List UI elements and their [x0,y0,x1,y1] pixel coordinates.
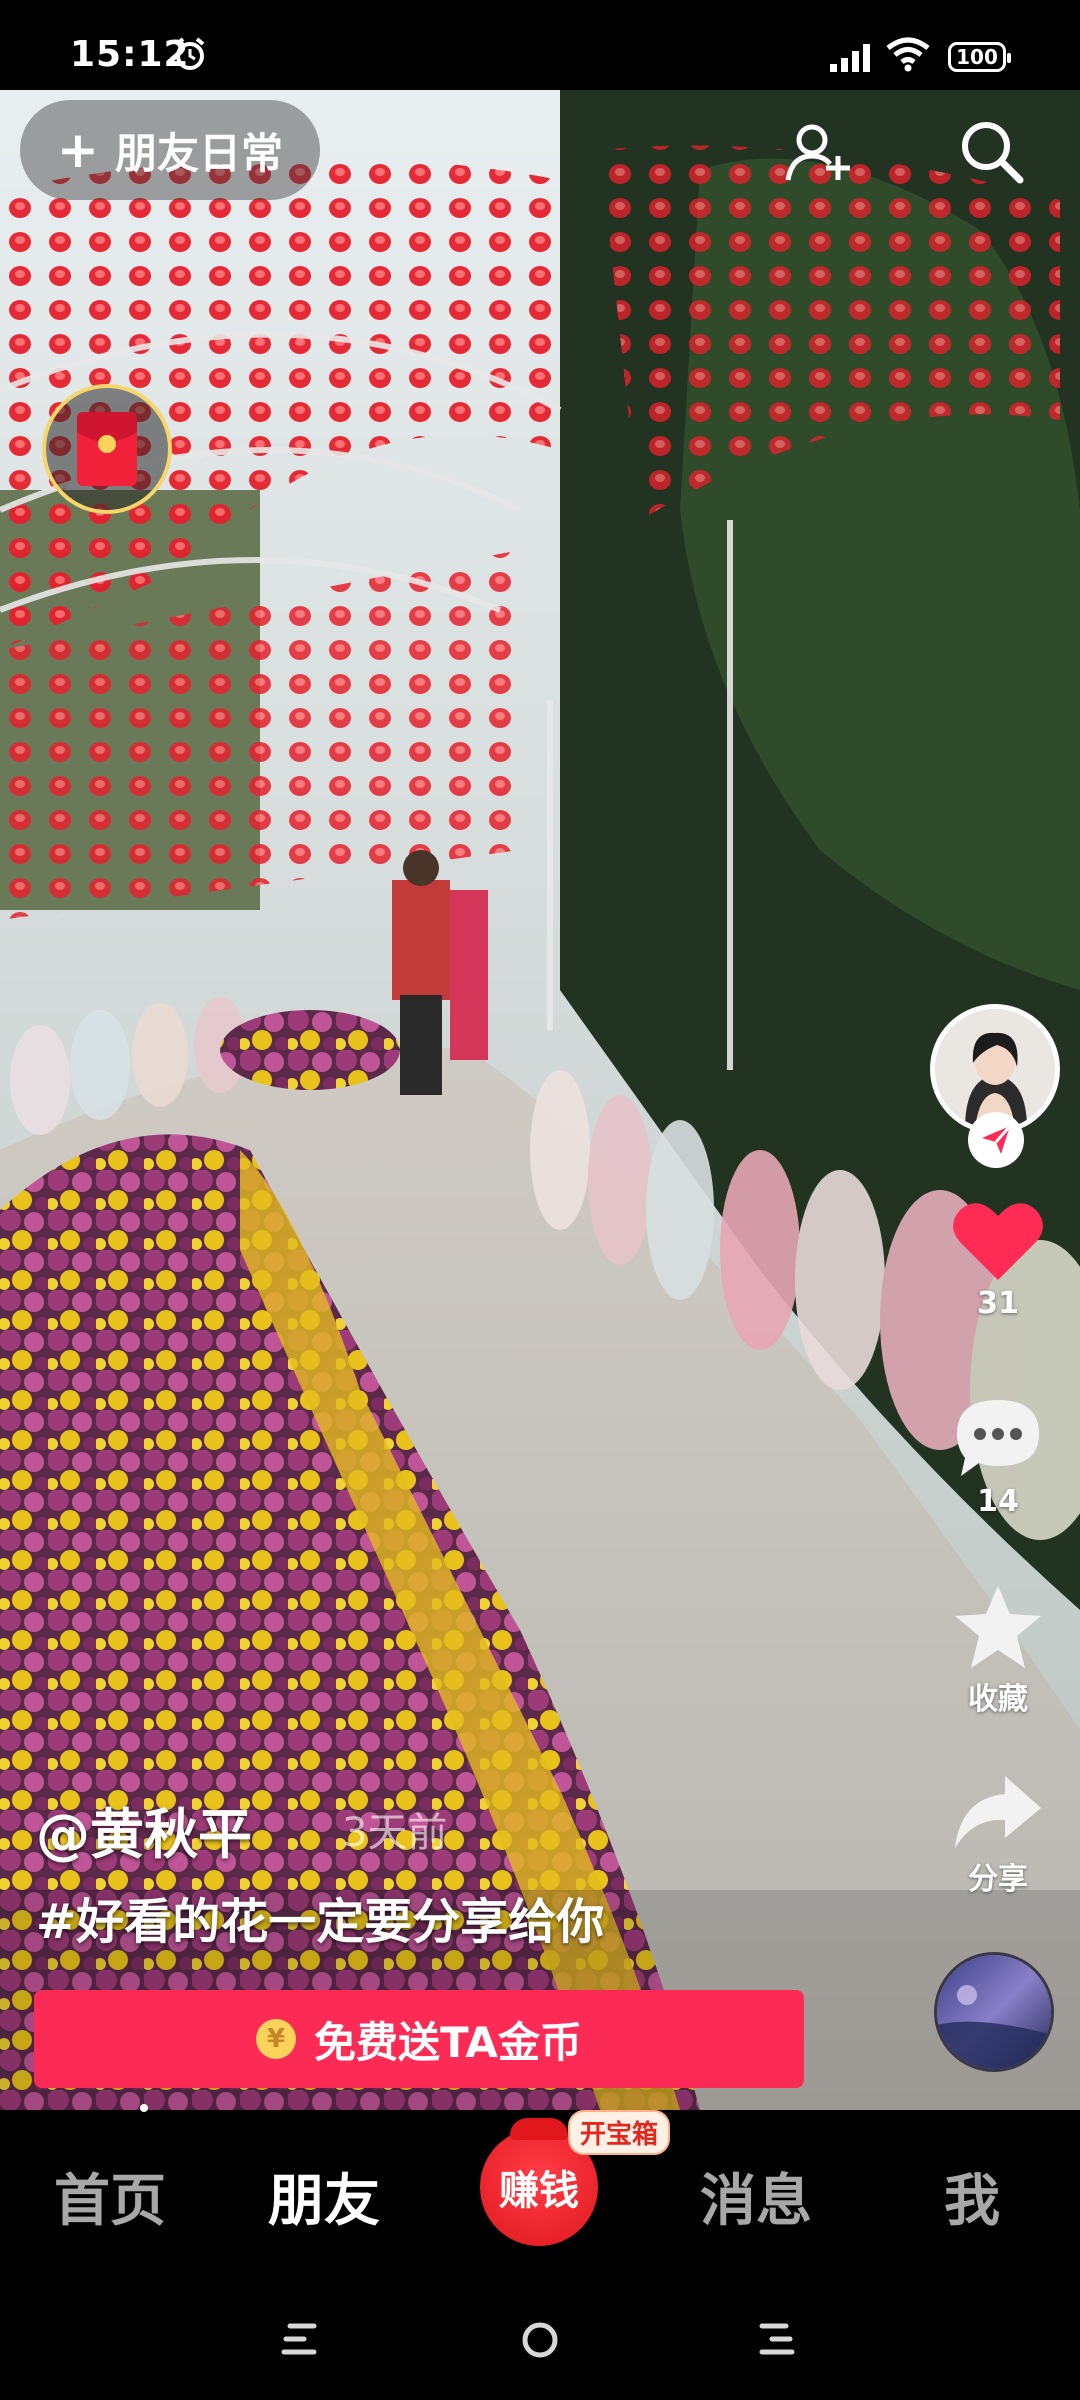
favorite-button[interactable]: 收藏 [930,1584,1066,1718]
like-button[interactable]: 31 [930,1200,1066,1321]
comment-icon [957,1400,1039,1476]
music-disc[interactable] [934,1952,1054,2072]
red-packet-button[interactable] [42,384,172,514]
alarm-icon [175,37,205,70]
search-icon[interactable] [956,116,1026,186]
send-coins-label: 免费送TA金币 [314,2017,582,2067]
post-time: 3天前 [342,1810,448,1856]
add-friend-icon[interactable] [784,120,856,184]
status-bar: 15:12 100 [0,0,1080,90]
avatar-image [935,1009,1055,1129]
music-cover-image [937,1955,1051,2069]
author-name[interactable]: @黄秋平 [36,1790,252,1869]
red-packet-icon [77,412,137,486]
wifi-icon [886,37,930,72]
like-count: 31 [977,1286,1019,1321]
bottom-nav: 首页 朋友 赚钱 开宝箱 消息 我 [0,2110,1080,2270]
back-nav-icon[interactable] [756,2322,796,2356]
friend-daily-label: 朋友日常 [114,128,283,178]
heart-icon [953,1203,1043,1280]
follow-button[interactable] [968,1112,1024,1168]
friend-daily-button[interactable]: + 朋友日常 [20,100,320,200]
plus-icon: + [57,121,99,179]
comment-count: 14 [977,1484,1019,1519]
video-hashtag[interactable]: #好看的花一定要分享给你 [36,1882,604,1952]
system-nav-bar [0,2270,1080,2400]
star-icon [955,1586,1041,1668]
share-button[interactable]: 分享 [930,1774,1066,1898]
signal-icon [830,44,870,72]
menu-nav-icon[interactable] [280,2322,320,2356]
share-icon [955,1776,1041,1848]
nav-home[interactable]: 首页 [54,2156,166,2237]
nav-messages[interactable]: 消息 [700,2156,812,2237]
send-coins-button[interactable]: ¥ 免费送TA金币 [34,1990,804,2088]
nav-me[interactable]: 我 [944,2156,1000,2237]
coin-icon: ¥ [256,2019,297,2059]
video-progress-indicator[interactable] [140,2104,148,2112]
battery-icon: 100 [948,42,1011,72]
share-label: 分享 [968,1862,1028,1897]
nav-friends[interactable]: 朋友 [268,2156,380,2237]
favorite-label: 收藏 [968,1682,1028,1717]
send-icon [982,1125,1012,1154]
nav-earn-label: 赚钱 [499,2168,579,2214]
treasure-box-badge[interactable]: 开宝箱 [568,2110,671,2155]
comment-button[interactable]: 14 [930,1396,1066,1519]
home-nav-icon[interactable] [520,2320,560,2360]
battery-level: 100 [956,45,998,69]
